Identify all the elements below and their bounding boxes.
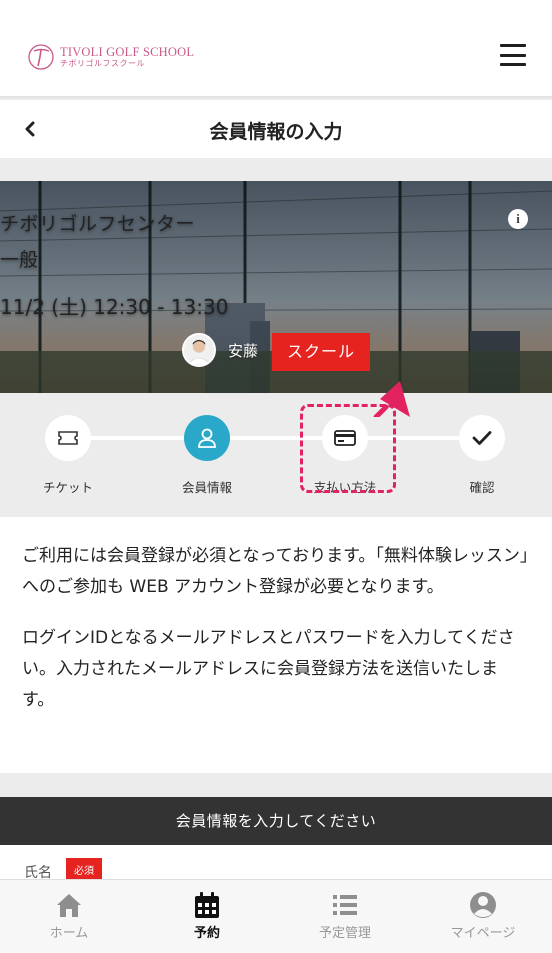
nav-label: 予定管理	[318, 926, 371, 941]
list-icon	[333, 895, 357, 915]
check-icon	[459, 415, 505, 461]
calendar-icon	[195, 892, 219, 918]
logo-title: TIVOLI GOLF SCHOOL	[60, 44, 195, 59]
page-title: 会員情報の入力	[209, 121, 343, 143]
step-member-info: 会員情報	[162, 415, 252, 496]
hamburger-menu-icon[interactable]	[500, 44, 526, 66]
registration-description: ご利用には会員登録が必須となっております。「無料体験レッスン」へのご参加も WE…	[0, 517, 552, 773]
title-bar: 会員情報の入力	[0, 100, 552, 158]
nav-label: マイページ	[450, 926, 516, 941]
stepper-line	[68, 436, 482, 440]
user-icon	[184, 415, 230, 461]
required-badge: 必須	[66, 858, 102, 881]
logo-mark-icon	[28, 44, 54, 70]
bottom-navigation: ホーム 予約 予定管理 マイページ	[0, 879, 552, 953]
logo-subtitle: チボリゴルフスクール	[60, 59, 145, 69]
nav-label: 予約	[193, 926, 220, 941]
step-label: 会員情報	[181, 480, 232, 495]
pointer-arrow-icon	[373, 381, 410, 417]
ticket-icon	[45, 415, 91, 461]
lesson-datetime: 11/2 (土) 12:30 - 13:30	[0, 295, 229, 319]
description-paragraph: ログインIDとなるメールアドレスとパスワードを入力してください。入力されたメール…	[22, 628, 515, 710]
nav-item-mypage[interactable]: マイページ	[414, 880, 552, 953]
info-icon[interactable]: i	[508, 209, 528, 229]
nav-item-home[interactable]: ホーム	[0, 880, 138, 953]
step-label: チケット	[42, 480, 93, 495]
nav-label: ホーム	[49, 926, 89, 941]
nav-item-schedule[interactable]: 予定管理	[276, 880, 414, 953]
instructor: 安藤	[182, 333, 258, 367]
avatar	[182, 333, 216, 367]
school-badge: スクール	[272, 333, 370, 371]
instructor-name: 安藤	[228, 341, 259, 360]
top-header: TIVOLI GOLF SCHOOL チボリゴルフスクール	[0, 0, 552, 98]
description-paragraph: ご利用には会員登録が必須となっております。「無料体験レッスン」へのご参加も WE…	[22, 546, 529, 597]
home-icon	[57, 894, 81, 917]
logo[interactable]: TIVOLI GOLF SCHOOL チボリゴルフスクール	[26, 40, 194, 74]
step-ticket: チケット	[23, 415, 113, 496]
user-circle-icon	[470, 892, 496, 918]
step-payment: 支払い方法	[300, 415, 390, 496]
progress-stepper: チケット 会員情報 支払い方法 確認	[0, 393, 552, 517]
credit-card-icon	[322, 415, 368, 461]
form-section-header: 会員情報を入力してください	[0, 797, 552, 845]
lesson-type: 一般	[0, 249, 39, 271]
step-confirm: 確認	[437, 415, 527, 496]
step-label: 支払い方法	[313, 480, 377, 495]
center-name: チボリゴルフセンター	[0, 213, 196, 235]
nav-item-reservation[interactable]: 予約	[138, 880, 276, 953]
step-label: 確認	[469, 480, 495, 495]
